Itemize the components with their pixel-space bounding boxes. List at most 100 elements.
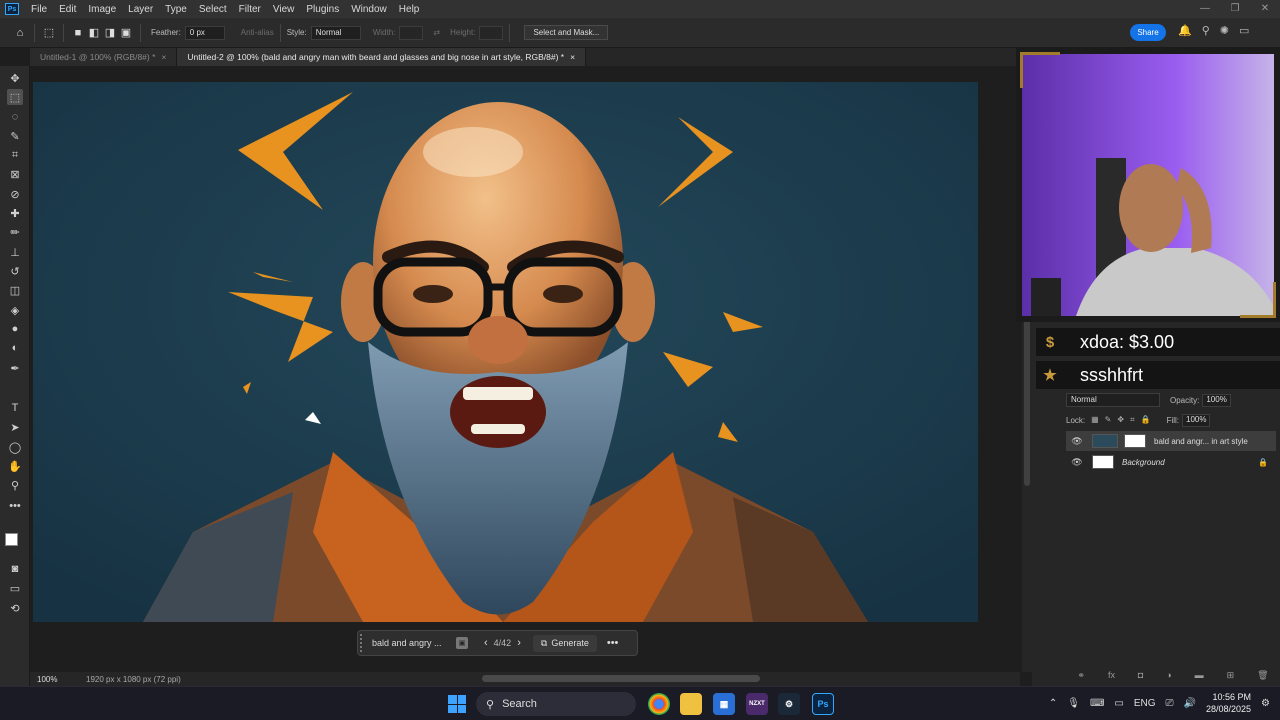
add-selection-icon[interactable]: ◧ [86, 25, 102, 41]
brush-icon[interactable]: ✏ [7, 224, 23, 240]
chrome-icon[interactable] [648, 693, 670, 715]
history-brush-icon[interactable]: ↺ [7, 263, 23, 279]
new-selection-icon[interactable]: ■ [70, 25, 86, 41]
eyedropper-icon[interactable]: ⊘ [7, 186, 23, 202]
marquee-tool-icon[interactable]: ⬚ [41, 25, 57, 41]
zoom-icon[interactable]: ⚲ [7, 477, 23, 493]
anti-alias-checkbox[interactable]: Anti-alias [241, 28, 274, 37]
foreground-color-swatch[interactable] [5, 533, 18, 546]
menu-image[interactable]: Image [82, 4, 122, 15]
frame-icon[interactable]: ⊠ [7, 166, 23, 182]
close-icon[interactable]: × [570, 52, 575, 62]
drag-handle-icon[interactable] [360, 634, 366, 652]
layer-name[interactable]: bald and angr... in art style [1154, 437, 1248, 446]
close-icon[interactable]: × [161, 52, 166, 62]
network-icon[interactable]: ⎚ [1166, 698, 1174, 709]
group-icon[interactable]: ▬ [1195, 670, 1204, 680]
crop-icon[interactable]: ⌗ [7, 147, 23, 163]
fill-input[interactable]: 100% [1182, 413, 1211, 427]
generate-button[interactable]: ⧉ Generate [532, 634, 597, 652]
pen-icon[interactable]: ✒ [7, 360, 23, 376]
lock-icon[interactable]: 🔒 [1258, 458, 1268, 467]
maximize-icon[interactable]: ❐ [1220, 0, 1250, 18]
menu-file[interactable]: File [25, 4, 53, 15]
tab-untitled-1[interactable]: Untitled-1 @ 100% (RGB/8#) * × [30, 48, 178, 66]
microsoft-store-icon[interactable]: ▦ [713, 693, 735, 715]
menu-select[interactable]: Select [193, 4, 233, 15]
horizontal-scrollbar[interactable] [482, 675, 760, 682]
lasso-icon[interactable]: ◌ [7, 109, 23, 125]
style-select[interactable]: Normal [310, 25, 361, 40]
volume-icon[interactable]: 🔊 [1184, 698, 1196, 709]
menu-plugins[interactable]: Plugins [300, 4, 345, 15]
healing-brush-icon[interactable]: ✚ [7, 205, 23, 221]
eye-icon[interactable]: 👁 [1066, 457, 1088, 468]
menu-view[interactable]: View [267, 4, 301, 15]
menu-layer[interactable]: Layer [122, 4, 159, 15]
zoom-level[interactable]: 100% [30, 675, 70, 684]
steam-icon[interactable]: ⚙ [778, 693, 800, 715]
blend-mode-select[interactable]: Normal [1066, 393, 1160, 407]
blur-icon[interactable]: ● [7, 321, 23, 337]
bell-icon[interactable]: 🔔 [1178, 24, 1192, 37]
adjustment-layer-icon[interactable]: ◑ [1166, 670, 1171, 680]
lock-options-icon[interactable]: ▦✎✥⌗🔒 [1091, 415, 1156, 425]
keyboard-icon[interactable]: ⌨ [1090, 698, 1104, 709]
taskbar-search[interactable]: ⚲ Search [476, 692, 636, 716]
clock[interactable]: 10:56 PM 28/08/2025 [1206, 691, 1251, 715]
menu-window[interactable]: Window [345, 4, 393, 15]
clone-stamp-icon[interactable]: ⊥ [7, 244, 23, 260]
type-tool-icon[interactable]: T [7, 400, 23, 416]
hand-icon[interactable]: ✋ [7, 458, 23, 474]
light-bulb-icon[interactable]: ✺ [1220, 24, 1229, 37]
file-explorer-icon[interactable] [680, 693, 702, 715]
document-dimensions[interactable]: 1920 px x 1080 px (72 ppi) [86, 675, 181, 684]
width-input[interactable] [399, 25, 424, 40]
eye-icon[interactable]: 👁 [1066, 436, 1088, 447]
swap-icon[interactable]: ⇄ [433, 28, 440, 37]
new-layer-icon[interactable]: ⊞ [1227, 670, 1235, 681]
nzxt-icon[interactable]: NZXT [746, 693, 768, 715]
layer-name[interactable]: Background [1122, 458, 1165, 467]
photoshop-taskbar-icon[interactable]: Ps [812, 693, 834, 715]
windows-start-icon[interactable] [448, 695, 466, 713]
layer-row[interactable]: 👁 bald and angr... in art style [1066, 431, 1276, 451]
notification-icon[interactable]: ⚙ [1261, 698, 1270, 709]
canvas-area[interactable] [31, 66, 1021, 672]
ellipse-icon[interactable]: ◯ [7, 439, 23, 455]
display-icon[interactable]: ▭ [1114, 698, 1123, 709]
quick-mask-icon[interactable]: ◙ [7, 561, 23, 577]
canvas-artwork[interactable] [33, 82, 978, 622]
search-icon[interactable]: ⚲ [1202, 24, 1210, 37]
generative-icon[interactable]: ⟲ [7, 600, 23, 616]
layer-row[interactable]: 👁 Background 🔒 [1066, 452, 1276, 472]
fx-icon[interactable]: fx [1108, 670, 1115, 680]
height-input[interactable] [479, 25, 504, 40]
dodge-icon[interactable]: ◐ [7, 340, 23, 356]
more-options-icon[interactable]: ••• [607, 637, 619, 649]
select-and-mask-button[interactable]: Select and Mask... [524, 25, 609, 40]
previous-variation-icon[interactable]: ‹ [478, 637, 494, 649]
eraser-icon[interactable]: ◫ [7, 282, 23, 298]
add-mask-icon[interactable]: ◘ [1138, 670, 1143, 680]
menu-filter[interactable]: Filter [233, 4, 267, 15]
close-window-icon[interactable]: ✕ [1250, 0, 1280, 18]
layer-mask-thumbnail[interactable] [1124, 434, 1146, 448]
menu-edit[interactable]: Edit [53, 4, 82, 15]
link-icon[interactable]: ⚭ [1077, 670, 1085, 681]
reference-image-icon[interactable]: ▣ [456, 637, 468, 649]
trash-icon[interactable]: 🗑 [1257, 670, 1268, 681]
more-tools-icon[interactable]: ••• [7, 498, 23, 514]
intersect-selection-icon[interactable]: ▣ [118, 25, 134, 41]
path-selection-icon[interactable]: ➤ [7, 419, 23, 435]
share-button[interactable]: Share [1130, 24, 1166, 41]
next-variation-icon[interactable]: › [511, 637, 527, 649]
feather-input[interactable]: 0 px [184, 25, 225, 40]
subtract-selection-icon[interactable]: ◨ [102, 25, 118, 41]
rectangular-marquee-icon[interactable]: ⬚ [7, 89, 23, 105]
minimize-icon[interactable]: — [1190, 0, 1220, 18]
tab-untitled-2[interactable]: Untitled-2 @ 100% (bald and angry man wi… [177, 48, 587, 66]
menu-help[interactable]: Help [393, 4, 426, 15]
home-icon[interactable]: ⌂ [12, 25, 28, 41]
paint-bucket-icon[interactable]: ◈ [7, 302, 23, 318]
